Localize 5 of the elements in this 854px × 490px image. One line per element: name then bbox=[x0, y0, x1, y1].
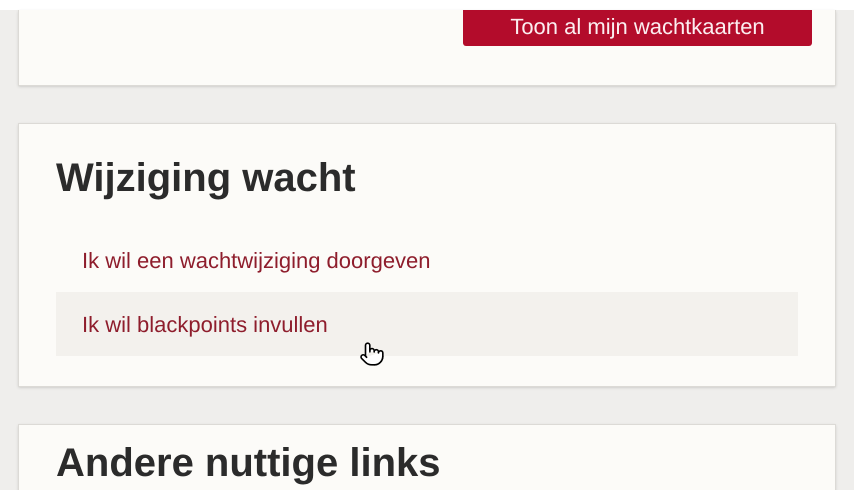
link-item[interactable]: Ik wil blackpoints invullen bbox=[56, 292, 798, 356]
link-item[interactable]: Ik wil een wachtwijziging doorgeven bbox=[56, 228, 798, 292]
show-cards-button[interactable]: Toon al mijn wachtkaarten bbox=[463, 10, 812, 46]
section-heading: Wijziging wacht bbox=[56, 158, 357, 198]
section-heading: Andere nuttige links bbox=[56, 443, 442, 483]
